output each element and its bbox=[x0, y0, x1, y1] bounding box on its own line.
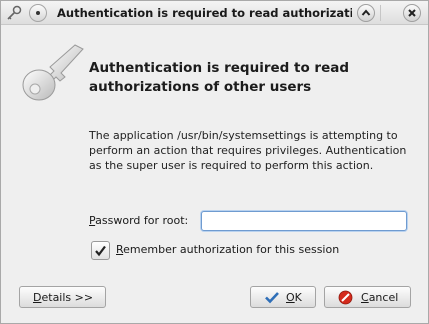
details-text: etails >> bbox=[41, 291, 94, 304]
details-button-label: Details >> bbox=[33, 291, 93, 304]
maximize-button[interactable] bbox=[357, 4, 375, 22]
cancel-button[interactable]: Cancel bbox=[324, 286, 411, 308]
checkmark-icon bbox=[95, 245, 106, 257]
remember-checkbox[interactable] bbox=[91, 241, 110, 260]
close-icon bbox=[408, 9, 416, 17]
remember-label-text: emember authorization for this session bbox=[123, 243, 340, 256]
chevron-up-icon bbox=[361, 9, 371, 16]
remember-label: Remember authorization for this session bbox=[116, 243, 339, 256]
auth-dialog: Authentication is required to read autho… bbox=[0, 0, 429, 324]
key-icon bbox=[17, 39, 87, 105]
window-title: Authentication is required to read autho… bbox=[57, 6, 352, 20]
titlebar[interactable]: Authentication is required to read autho… bbox=[1, 1, 428, 25]
description: The application /usr/bin/systemsettings … bbox=[89, 129, 407, 173]
password-label-text: assword for root: bbox=[95, 214, 189, 227]
heading: Authentication is required to read autho… bbox=[89, 60, 350, 95]
close-button[interactable] bbox=[403, 4, 421, 22]
password-label: Password for root: bbox=[89, 214, 188, 227]
no-entry-icon bbox=[338, 290, 353, 305]
password-field[interactable] bbox=[201, 211, 407, 231]
ok-button[interactable]: OK bbox=[250, 286, 316, 308]
pin-icon[interactable] bbox=[29, 4, 47, 22]
details-button[interactable]: Details >> bbox=[19, 286, 106, 308]
cancel-text: ancel bbox=[368, 291, 399, 304]
cancel-mnemonic: C bbox=[361, 291, 369, 304]
ok-button-label: OK bbox=[286, 291, 302, 304]
key-icon[interactable] bbox=[6, 5, 22, 21]
cancel-button-label: Cancel bbox=[361, 291, 398, 304]
titlebar-divider bbox=[380, 5, 381, 21]
ok-mnemonic: O bbox=[286, 291, 295, 304]
checkmark-icon bbox=[265, 292, 279, 304]
ok-text: K bbox=[294, 291, 302, 304]
